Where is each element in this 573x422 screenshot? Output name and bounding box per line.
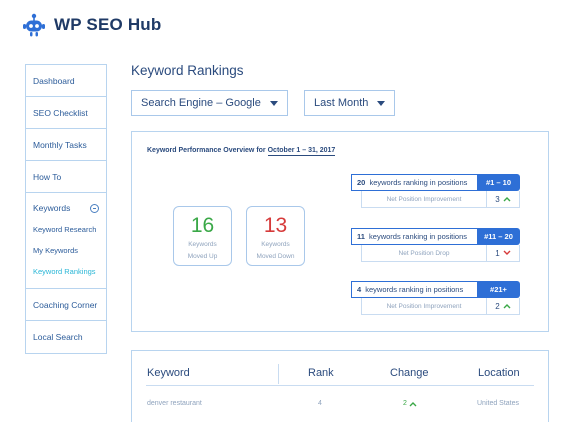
moved-up-label-2: Moved Up xyxy=(187,253,218,260)
column-header-rank[interactable]: Rank xyxy=(308,367,334,379)
keyword-table-card xyxy=(131,350,549,422)
ranking-range-badge: #1 – 10 xyxy=(477,174,520,191)
period-select[interactable]: Last Month xyxy=(304,90,395,116)
app-title: WP SEO Hub xyxy=(54,15,162,34)
sidebar-item-keywords-label: Keywords xyxy=(33,203,71,213)
sidebar-subitem-my-keywords[interactable]: My Keywords xyxy=(33,240,99,261)
app-logo[interactable]: WP SEO Hub xyxy=(22,12,161,38)
sidebar-item-seo-checklist[interactable]: SEO Checklist xyxy=(26,97,106,129)
period-select-value: Last Month xyxy=(314,97,369,109)
search-engine-select[interactable]: Search Engine – Google xyxy=(131,90,288,116)
moved-down-stat: 13 Keywords Moved Down xyxy=(246,206,305,266)
sidebar-nav: Dashboard SEO Checklist Monthly Tasks Ho… xyxy=(25,64,107,354)
arrow-up-icon xyxy=(503,197,511,202)
net-position-number: 2 xyxy=(495,301,500,311)
sidebar-item-local-search[interactable]: Local Search xyxy=(26,321,106,353)
ranking-count: 11 xyxy=(357,232,365,241)
ranking-count-label: keywords ranking in positions xyxy=(365,285,464,294)
chevron-down-icon xyxy=(270,100,278,106)
ranking-count-label: keywords ranking in positions xyxy=(369,178,468,187)
column-divider xyxy=(278,364,279,384)
overview-title-prefix: Keyword Performance Overview for xyxy=(147,147,268,154)
sidebar-group-keywords: Keywords Keyword Research My Keywords Ke… xyxy=(26,193,106,289)
net-position-number: 1 xyxy=(495,248,500,258)
ranking-count: 20 xyxy=(357,178,366,187)
arrow-up-icon xyxy=(503,304,511,309)
moved-down-label-1: Keywords xyxy=(261,241,290,248)
moved-down-value: 13 xyxy=(263,214,288,237)
column-header-location[interactable]: Location xyxy=(478,367,520,379)
overview-title-period: October 1 – 31, 2017 xyxy=(267,147,336,156)
net-position-value: 3 xyxy=(487,191,520,208)
sidebar-item-monthly-tasks[interactable]: Monthly Tasks xyxy=(26,129,106,161)
ranking-group-2: 11 keywords ranking in positions #11 – 2… xyxy=(351,228,520,262)
header-divider xyxy=(146,385,534,386)
sidebar-item-coaching-corner[interactable]: Coaching Corner xyxy=(26,289,106,321)
net-position-label: Net Position Improvement xyxy=(361,298,487,315)
sidebar-item-keywords[interactable]: Keywords xyxy=(33,201,99,215)
net-position-number: 3 xyxy=(495,194,500,204)
net-position-label: Net Position Improvement xyxy=(361,191,487,208)
ranking-group-3: 4 keywords ranking in positions #21+ Net… xyxy=(351,281,520,315)
table-cell-change-value: 2 xyxy=(403,400,407,407)
chevron-down-icon xyxy=(377,100,385,106)
ranking-count-label: keywords ranking in positions xyxy=(369,232,467,241)
sidebar-subitem-keyword-rankings[interactable]: Keyword Rankings xyxy=(33,261,99,282)
ranking-count-text: 11 keywords ranking in positions xyxy=(351,228,477,245)
table-cell-rank: 4 xyxy=(318,400,322,407)
ranking-range-badge: #11 – 20 xyxy=(477,228,520,245)
page-title: Keyword Rankings xyxy=(131,63,244,78)
search-engine-select-value: Search Engine – Google xyxy=(141,97,261,109)
sidebar-subitem-keyword-research[interactable]: Keyword Research xyxy=(33,219,99,240)
ranking-group-1: 20 keywords ranking in positions #1 – 10… xyxy=(351,174,520,208)
column-header-keyword[interactable]: Keyword xyxy=(147,367,190,379)
table-cell-change: 2 xyxy=(403,400,417,407)
moved-up-value: 16 xyxy=(190,214,215,237)
overview-title: Keyword Performance Overview for October… xyxy=(147,147,336,156)
keyword-performance-card: Keyword Performance Overview for October… xyxy=(131,131,549,332)
moved-down-label-2: Moved Down xyxy=(256,253,295,260)
moved-up-stat: 16 Keywords Moved Up xyxy=(173,206,232,266)
net-position-value: 2 xyxy=(487,298,520,315)
ranking-count: 4 xyxy=(357,285,362,294)
sidebar-item-how-to[interactable]: How To xyxy=(26,161,106,193)
ranking-count-text: 4 keywords ranking in positions xyxy=(351,281,477,298)
collapse-minus-icon[interactable] xyxy=(90,203,99,213)
column-header-change[interactable]: Change xyxy=(390,367,429,379)
table-cell-keyword: denver restaurant xyxy=(147,400,202,407)
net-position-value: 1 xyxy=(487,245,520,262)
ranking-count-text: 20 keywords ranking in positions xyxy=(351,174,477,191)
table-cell-location: United States xyxy=(477,400,520,407)
arrow-up-icon xyxy=(409,401,417,406)
arrow-down-icon xyxy=(503,250,511,255)
ranking-range-badge: #21+ xyxy=(477,281,520,298)
net-position-label: Net Position Drop xyxy=(361,245,487,262)
robot-logo-icon xyxy=(23,13,45,37)
sidebar-item-dashboard[interactable]: Dashboard xyxy=(26,65,106,97)
moved-up-label-1: Keywords xyxy=(188,241,217,248)
